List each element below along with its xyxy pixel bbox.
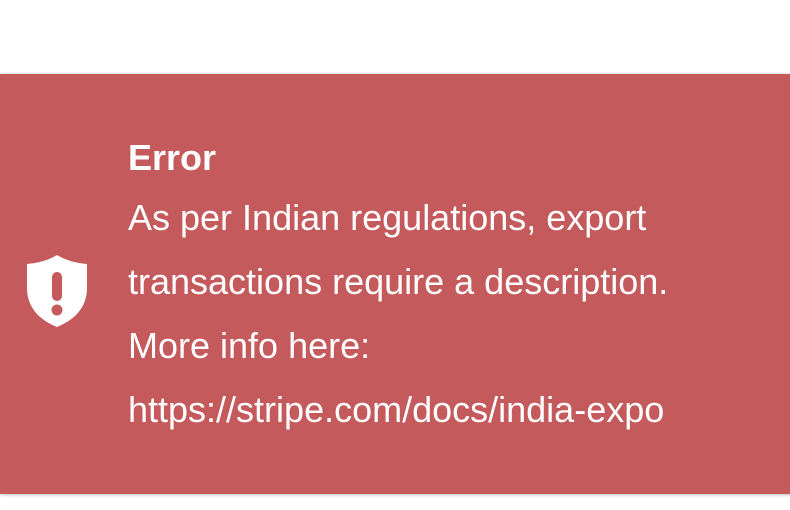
toast-message-line: As per Indian regulations, export [128,197,647,238]
toast-link[interactable]: https://stripe.com/docs/india-expo [128,378,668,442]
error-toast: Error As per Indian regulations, export … [0,74,790,494]
page: Error As per Indian regulations, export … [0,0,790,510]
toast-content: Error As per Indian regulations, export … [128,136,668,442]
shield-exclamation-icon [27,255,87,327]
toast-title: Error [128,137,217,178]
toast-message: As per Indian regulations, export transa… [128,186,668,442]
toast-message-line: More info here: [128,325,371,366]
toast-message-line: transactions require a description. [128,261,669,302]
